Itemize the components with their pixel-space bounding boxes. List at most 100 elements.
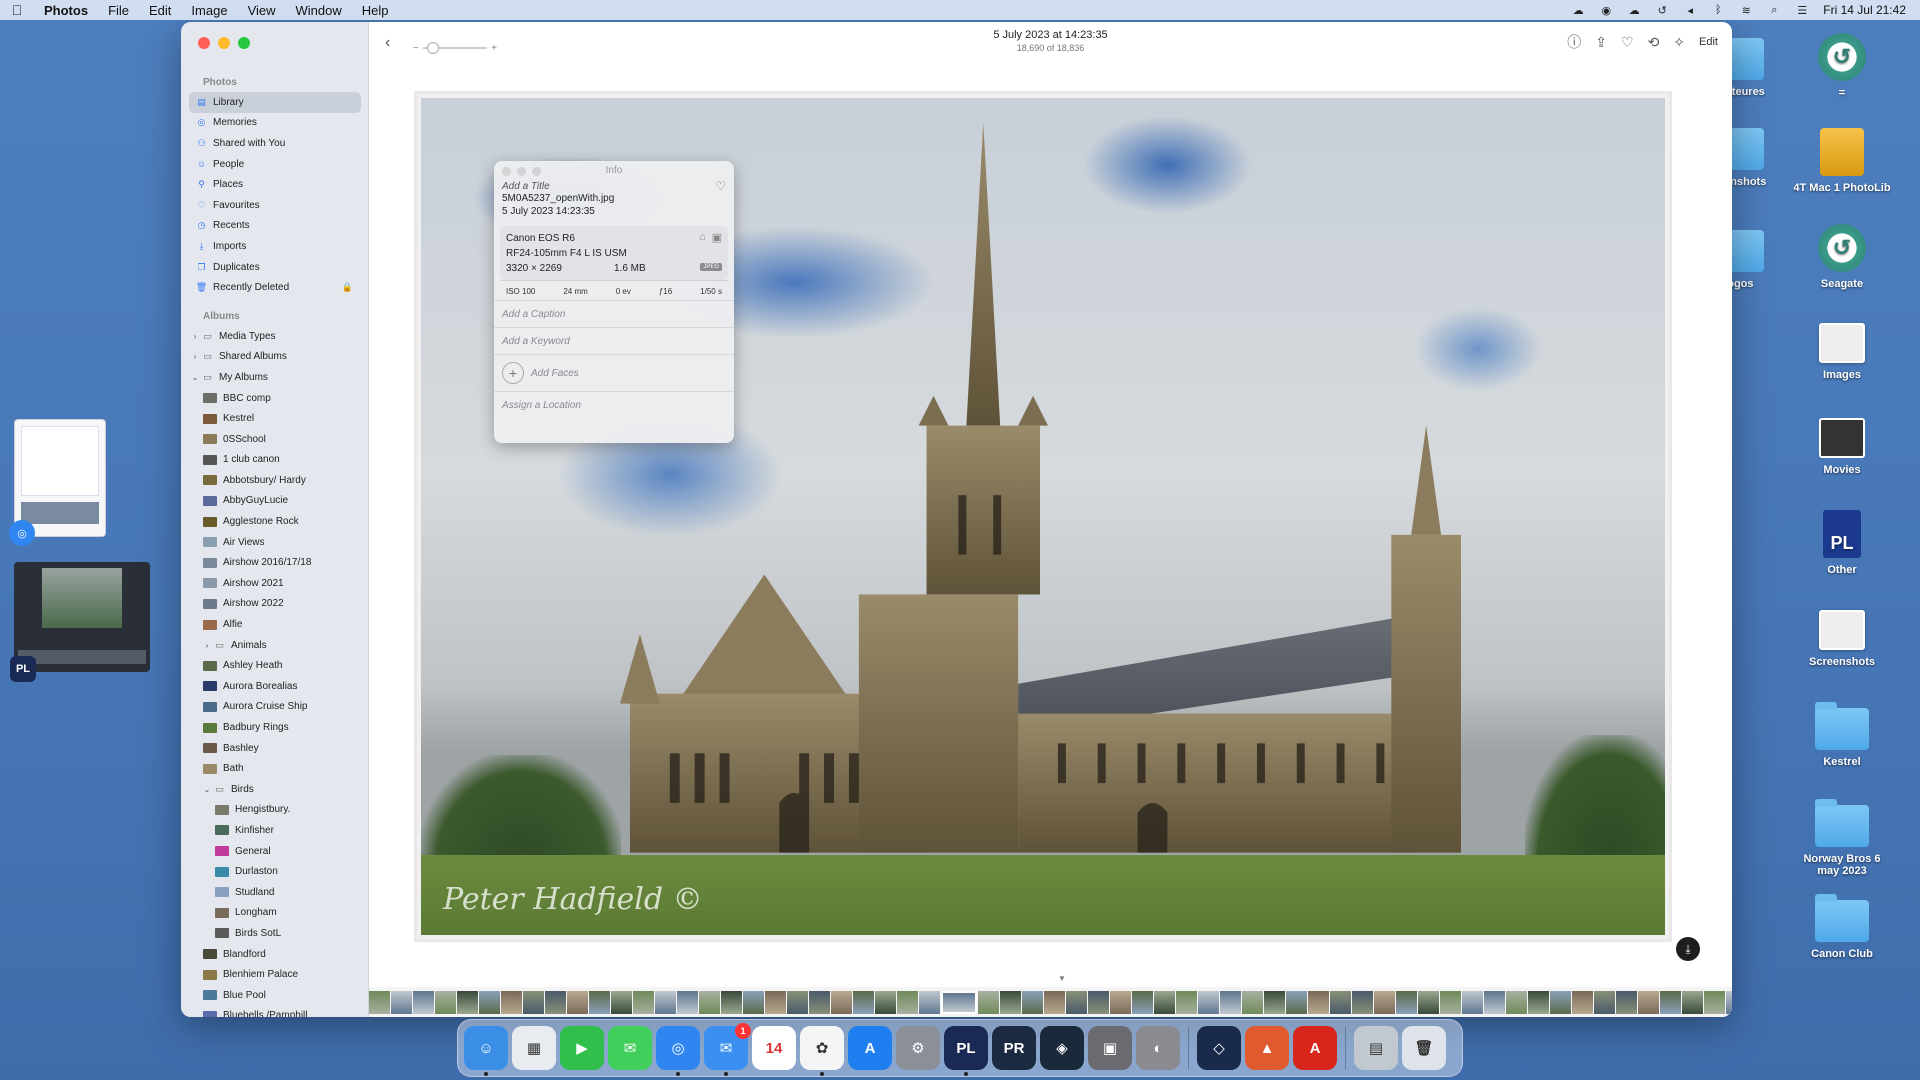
disclosure-chevron-right-icon[interactable]: › <box>203 641 211 650</box>
filmstrip-thumbnail[interactable] <box>611 991 632 1014</box>
filmstrip-thumbnail[interactable] <box>435 991 456 1014</box>
album-blue-pool[interactable]: Blue Pool <box>189 985 361 1006</box>
filmstrip-thumbnail[interactable] <box>1022 991 1043 1014</box>
menu-window[interactable]: Window <box>286 3 352 18</box>
dock-photolab-icon[interactable]: PL <box>944 1026 988 1076</box>
disclosure-chevron-down-icon[interactable]: ⌄ <box>203 785 211 794</box>
share-icon[interactable]: ⇪ <box>1595 34 1607 51</box>
filmstrip-thumbnail[interactable] <box>831 991 852 1014</box>
filmstrip-thumbnail[interactable] <box>391 991 412 1014</box>
filmstrip-thumbnail[interactable] <box>1594 991 1615 1014</box>
dock-preview-icon[interactable]: ◐ <box>1136 1026 1180 1070</box>
filmstrip-thumbnail[interactable] <box>1264 991 1285 1014</box>
album-shared-albums[interactable]: › ▭ Shared Albums <box>189 347 361 368</box>
menu-image[interactable]: Image <box>181 3 237 18</box>
filmstrip-thumbnail[interactable] <box>501 991 522 1014</box>
filmstrip-thumbnail[interactable] <box>545 991 566 1014</box>
album-birds-sotl[interactable]: Birds SotL <box>189 923 361 944</box>
filmstrip-thumbnail[interactable] <box>1132 991 1153 1014</box>
sidebar-item-shared-with-you[interactable]: ⚇ Shared with You <box>189 133 361 154</box>
dock-launchpad-icon[interactable]: ▦ <box>512 1026 556 1070</box>
filmstrip-thumbnail[interactable] <box>1660 991 1681 1014</box>
filmstrip-thumbnail[interactable] <box>941 991 977 1014</box>
filmstrip-thumbnail[interactable] <box>1528 991 1549 1014</box>
info-favourite-heart-icon[interactable]: ♡ <box>715 179 726 193</box>
volume-icon[interactable]: ◂ <box>1683 4 1697 17</box>
album-aurora-borealias[interactable]: Aurora Borealias <box>189 676 361 697</box>
filmstrip-thumbnail[interactable] <box>1088 991 1109 1014</box>
auto-enhance-icon[interactable]: ✧ <box>1673 34 1685 51</box>
filmstrip-thumbnail[interactable] <box>1572 991 1593 1014</box>
album-media-types[interactable]: › ▭ Media Types <box>189 326 361 347</box>
album-birds[interactable]: ⌄ ▭ Birds <box>189 779 361 800</box>
album-abbyguylucie[interactable]: AbbyGuyLucie <box>189 491 361 512</box>
disclosure-chevron-right-icon[interactable]: › <box>191 332 199 341</box>
filmstrip-thumbnail[interactable] <box>1176 991 1197 1014</box>
sidebar-item-recently-deleted[interactable]: 🗑 Recently Deleted 🔒 <box>189 277 361 298</box>
assign-location-field[interactable]: Assign a Location <box>494 391 734 418</box>
album-0sschool[interactable]: 0SSchool <box>189 429 361 450</box>
album-aurora-cruise-ship[interactable]: Aurora Cruise Ship <box>189 697 361 718</box>
sidebar-item-library[interactable]: ▤ Library <box>189 92 361 113</box>
menu-view[interactable]: View <box>238 3 286 18</box>
menu-app-name[interactable]: Photos <box>34 3 98 18</box>
dock-calendar-icon[interactable]: 14 <box>752 1026 796 1070</box>
download-icon[interactable]: ⤓ <box>1676 937 1700 961</box>
filmstrip-thumbnail[interactable] <box>1682 991 1703 1014</box>
dock-app-store-icon[interactable]: A <box>848 1026 892 1070</box>
sidebar-item-places[interactable]: ⚲ Places <box>189 174 361 195</box>
spotlight-search-icon[interactable]: ⌕ <box>1767 4 1781 16</box>
apple-menu-icon[interactable]:  <box>0 2 34 18</box>
filmstrip-thumbnail[interactable] <box>655 991 676 1014</box>
album-bbc-comp[interactable]: BBC comp <box>189 388 361 409</box>
sidebar-item-recents[interactable]: ◷ Recents <box>189 216 361 237</box>
dock-affinity-icon[interactable]: ▲ <box>1245 1026 1289 1070</box>
album-blandford[interactable]: Blandford <box>189 944 361 965</box>
zoom-button[interactable] <box>238 37 250 49</box>
filmstrip-thumbnail[interactable] <box>1352 991 1373 1014</box>
sidebar-item-people[interactable]: ☺ People <box>189 154 361 175</box>
album-badbury-rings[interactable]: Badbury Rings <box>189 717 361 738</box>
cloud-sync-icon[interactable]: ☁ <box>1627 4 1641 17</box>
album-bashley[interactable]: Bashley <box>189 738 361 759</box>
menu-edit[interactable]: Edit <box>139 3 181 18</box>
dock-system-settings-icon[interactable]: ⚙ <box>896 1026 940 1070</box>
desktop-icon-screenshots[interactable]: Screenshots <box>1792 610 1892 668</box>
album-kestrel[interactable]: Kestrel <box>189 408 361 429</box>
filmstrip-thumbnail[interactable] <box>919 991 940 1014</box>
desktop-icon-images[interactable]: Images <box>1792 323 1892 381</box>
add-keyword-field[interactable]: Add a Keyword <box>494 327 734 354</box>
filmstrip-thumbnail[interactable] <box>369 991 390 1014</box>
menu-file[interactable]: File <box>98 3 139 18</box>
filmstrip-thumbnail[interactable] <box>677 991 698 1014</box>
filmstrip-thumbnail[interactable] <box>1000 991 1021 1014</box>
filmstrip[interactable] <box>369 987 1732 1017</box>
filmstrip-thumbnail[interactable] <box>1286 991 1307 1014</box>
filmstrip-thumbnail[interactable] <box>523 991 544 1014</box>
control-center-icon[interactable]: ☰ <box>1795 4 1809 17</box>
filmstrip-thumbnail[interactable] <box>1726 991 1732 1014</box>
filmstrip-thumbnail[interactable] <box>1198 991 1219 1014</box>
vpn-icon[interactable]: ◉ <box>1599 4 1613 17</box>
filmstrip-thumbnail[interactable] <box>875 991 896 1014</box>
minimize-button[interactable] <box>218 37 230 49</box>
dock-safari-icon[interactable]: ◎ <box>656 1026 700 1076</box>
filmstrip-thumbnail[interactable] <box>1330 991 1351 1014</box>
filmstrip-thumbnail[interactable] <box>567 991 588 1014</box>
time-machine-icon[interactable]: ↺ <box>1655 4 1669 17</box>
filmstrip-thumbnail[interactable] <box>1418 991 1439 1014</box>
album-1-club-canon[interactable]: 1 club canon <box>189 450 361 471</box>
filmstrip-thumbnail[interactable] <box>743 991 764 1014</box>
filmstrip-thumbnail[interactable] <box>1704 991 1725 1014</box>
filmstrip-thumbnail[interactable] <box>1440 991 1461 1014</box>
desktop-icon-[interactable]: ↺ = <box>1792 33 1892 99</box>
dock-image-capture-icon[interactable]: ▣ <box>1088 1026 1132 1070</box>
album-animals[interactable]: › ▭ Animals <box>189 635 361 656</box>
rotate-icon[interactable]: ⟲ <box>1648 34 1660 51</box>
filmstrip-thumbnail[interactable] <box>1308 991 1329 1014</box>
dock-finder-icon[interactable]: ☺ <box>464 1026 508 1076</box>
desktop-icon-seagate[interactable]: ↺ Seagate <box>1792 224 1892 290</box>
disclosure-chevron-right-icon[interactable]: › <box>191 352 199 361</box>
filmstrip-thumbnail[interactable] <box>1638 991 1659 1014</box>
stage-manager-photolab-window[interactable]: PL <box>10 562 150 682</box>
